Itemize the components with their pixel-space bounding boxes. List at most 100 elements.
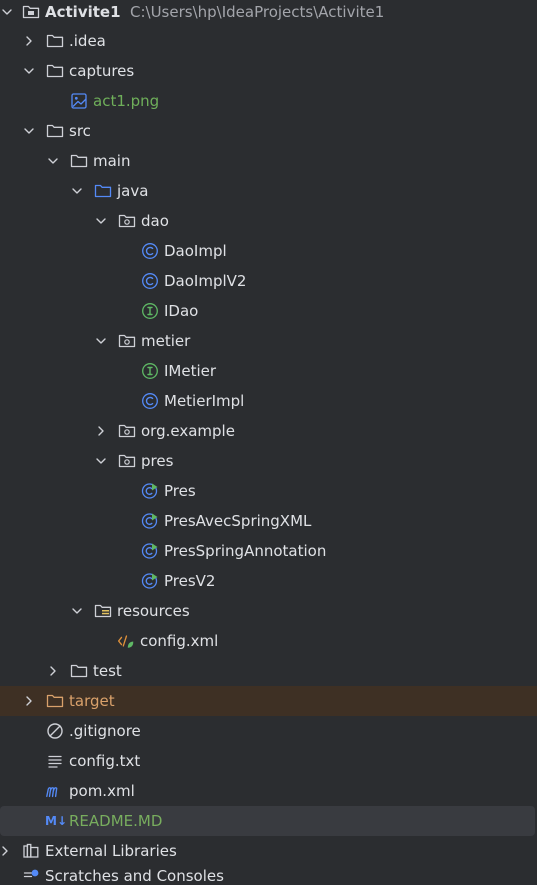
tree-row-scratches-and-consoles[interactable]: Scratches and Consoles [0, 865, 537, 885]
tree-label-config-xml: config.xml [140, 632, 219, 650]
chevron-right-icon[interactable] [0, 836, 12, 866]
tree-label-readme-md: README.MD [69, 812, 163, 830]
tree-row-daoimpl[interactable]: DaoImpl [0, 236, 537, 266]
image-file-icon [70, 86, 88, 116]
tree-label-config-txt: config.txt [69, 752, 141, 770]
tree-label-org-example: org.example [141, 422, 235, 440]
package-icon [118, 326, 136, 356]
maven-icon [45, 776, 63, 806]
tree-row-presspringannotation[interactable]: PresSpringAnnotation [0, 536, 537, 566]
folder-icon [46, 116, 64, 146]
tree-row-captures[interactable]: captures [0, 56, 537, 86]
class-icon [141, 266, 159, 296]
chevron-down-icon[interactable] [0, 0, 14, 27]
chevron-right-icon[interactable] [22, 26, 36, 56]
tree-label-pom-xml: pom.xml [69, 782, 135, 800]
class-icon [141, 236, 159, 266]
tree-row-external-libraries[interactable]: External Libraries [0, 836, 537, 866]
tree-label-metierimpl: MetierImpl [164, 392, 245, 410]
tree-label-test: test [93, 662, 122, 680]
ignore-file-icon [46, 716, 64, 746]
package-icon [118, 206, 136, 236]
chevron-down-icon[interactable] [94, 446, 108, 476]
tree-row-project-root[interactable]: Activite1 C:\Users\hp\IdeaProjects\Activ… [0, 0, 537, 27]
folder-icon [70, 146, 88, 176]
tree-row-java[interactable]: java [0, 176, 537, 206]
tree-row-config-txt[interactable]: config.txt [0, 746, 537, 776]
resources-folder-icon [94, 596, 112, 626]
tree-label-idao: IDao [164, 302, 199, 320]
tree-label-imetier: IMetier [164, 362, 217, 380]
chevron-down-icon[interactable] [94, 326, 108, 356]
tree-label-presavecspringxml: PresAvecSpringXML [164, 512, 312, 530]
tree-row-readme-md[interactable]: M↓ README.MD [0, 806, 535, 836]
tree-label-captures: captures [69, 62, 135, 80]
tree-row-presavecspringxml[interactable]: PresAvecSpringXML [0, 506, 537, 536]
chevron-down-icon[interactable] [46, 146, 60, 176]
package-icon [118, 446, 136, 476]
tree-row-test[interactable]: test [0, 656, 537, 686]
tree-label-main: main [93, 152, 131, 170]
tree-row-metierimpl[interactable]: MetierImpl [0, 386, 537, 416]
chevron-right-icon[interactable] [46, 656, 60, 686]
package-icon [118, 416, 136, 446]
tree-label-scratches: Scratches and Consoles [45, 867, 224, 885]
tree-row-main[interactable]: main [0, 146, 537, 176]
chevron-right-icon[interactable] [94, 416, 108, 446]
tree-label-act1-png: act1.png [93, 92, 160, 110]
tree-label-pres-class: Pres [164, 482, 196, 500]
runnable-class-icon [141, 506, 159, 536]
tree-row-org-example[interactable]: org.example [0, 416, 537, 446]
tree-row-imetier[interactable]: IMetier [0, 356, 537, 386]
library-icon [22, 836, 40, 866]
tree-label-gitignore: .gitignore [69, 722, 141, 740]
folder-icon [46, 26, 64, 56]
interface-icon [141, 296, 159, 326]
chevron-down-icon[interactable] [22, 116, 36, 146]
tree-row-metier[interactable]: metier [0, 326, 537, 356]
tree-row-act1-png[interactable]: act1.png [0, 86, 537, 116]
tree-label-metier: metier [141, 332, 191, 350]
project-path: C:\Users\hp\IdeaProjects\Activite1 [130, 3, 385, 21]
markdown-icon: M↓ [45, 814, 67, 828]
tree-row-presv2[interactable]: PresV2 [0, 566, 537, 596]
runnable-class-icon [141, 536, 159, 566]
tree-label-dao: dao [141, 212, 169, 230]
runnable-class-icon [141, 566, 159, 596]
scratches-icon [22, 865, 40, 885]
chevron-down-icon[interactable] [70, 176, 84, 206]
tree-row-dao[interactable]: dao [0, 206, 537, 236]
runnable-class-icon [141, 476, 159, 506]
tree-label-java: java [117, 182, 149, 200]
tree-label-target: target [69, 692, 115, 710]
xml-file-icon [117, 626, 135, 656]
tree-row-idao[interactable]: IDao [0, 296, 537, 326]
chevron-down-icon[interactable] [94, 206, 108, 236]
tree-row-pom-xml[interactable]: pom.xml [0, 776, 537, 806]
chevron-down-icon[interactable] [70, 596, 84, 626]
tree-label-src: src [69, 122, 91, 140]
project-name: Activite1 [45, 3, 121, 21]
tree-label-pres: pres [141, 452, 174, 470]
folder-icon [70, 656, 88, 686]
tree-row-pres[interactable]: pres [0, 446, 537, 476]
tree-label-external-libraries: External Libraries [45, 842, 177, 860]
tree-row-resources[interactable]: resources [0, 596, 537, 626]
module-folder-icon [22, 0, 40, 27]
tree-label-presspringannotation: PresSpringAnnotation [164, 542, 327, 560]
tree-row-daoimplv2[interactable]: DaoImplV2 [0, 266, 537, 296]
chevron-down-icon[interactable] [22, 56, 36, 86]
interface-icon [141, 356, 159, 386]
tree-row-gitignore[interactable]: .gitignore [0, 716, 537, 746]
text-file-icon [46, 746, 64, 776]
chevron-right-icon[interactable] [22, 686, 36, 716]
tree-row-idea[interactable]: .idea [0, 26, 537, 56]
tree-row-target[interactable]: target [0, 686, 537, 716]
tree-row-config-xml[interactable]: config.xml [0, 626, 537, 656]
class-icon [141, 386, 159, 416]
excluded-folder-icon [46, 686, 64, 716]
tree-row-pres-class[interactable]: Pres [0, 476, 537, 506]
tree-row-src[interactable]: src [0, 116, 537, 146]
tree-label-daoimplv2: DaoImplV2 [164, 272, 247, 290]
tree-label-daoimpl: DaoImpl [164, 242, 227, 260]
